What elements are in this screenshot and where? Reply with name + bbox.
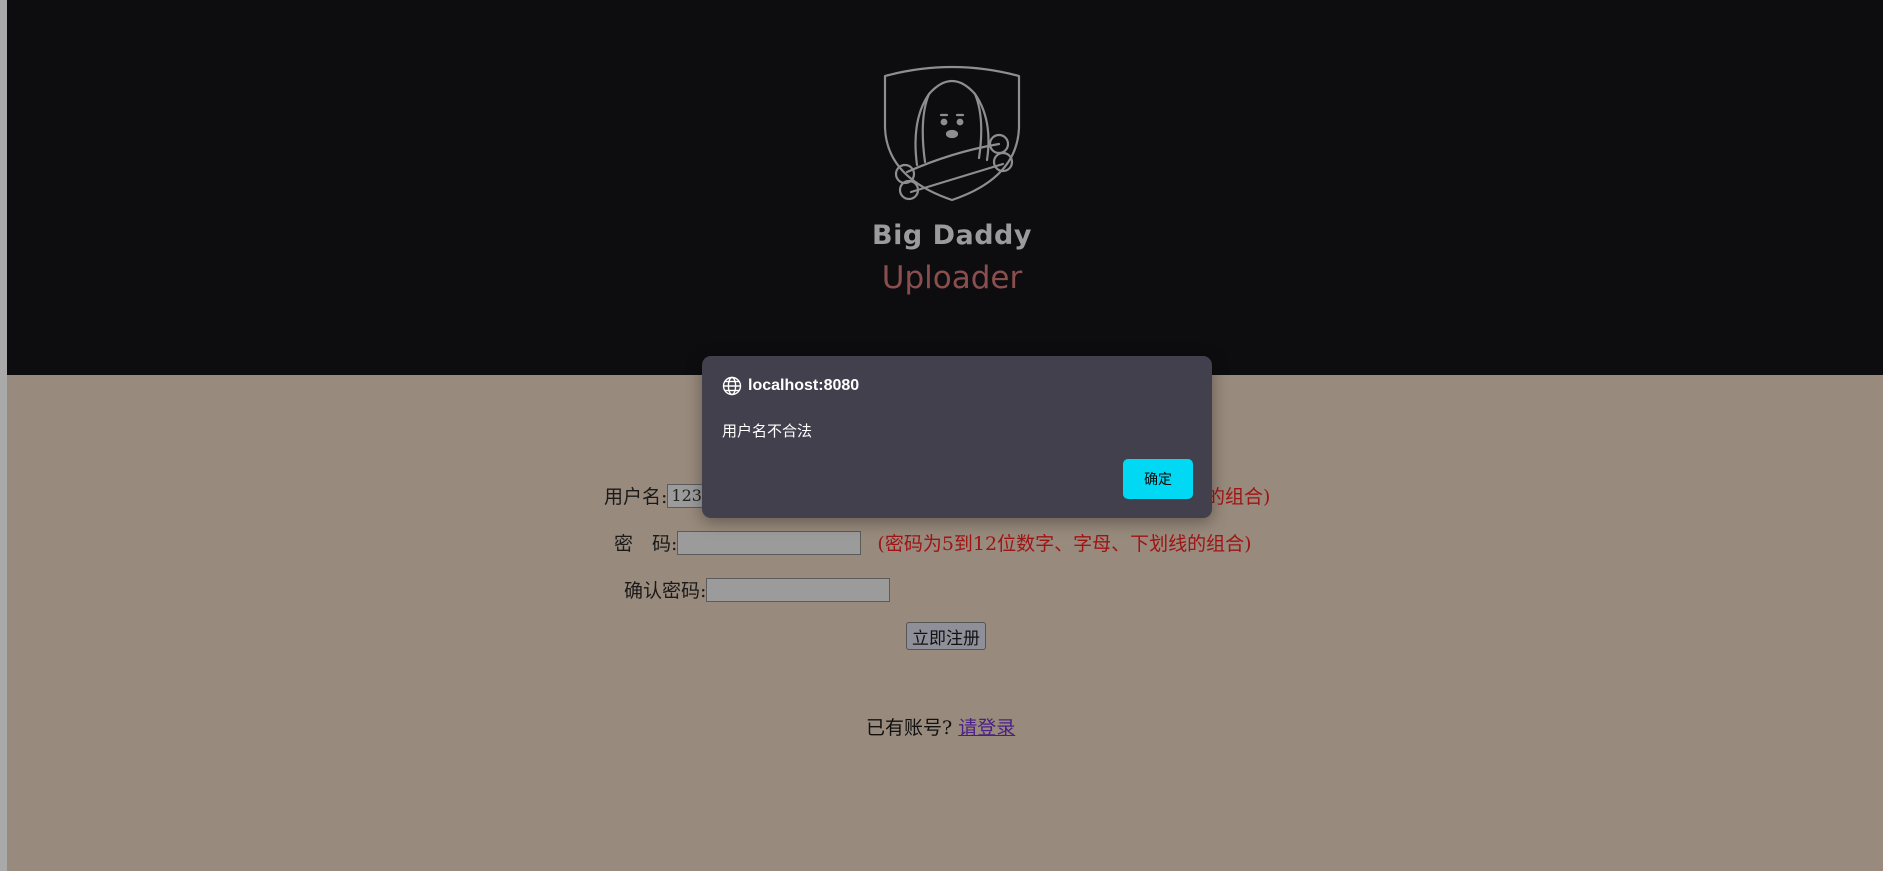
dialog-header: localhost:8080 <box>722 376 859 396</box>
confirm-password-input[interactable] <box>706 577 891 602</box>
globe-icon <box>722 376 742 396</box>
dialog-message: 用户名不合法 <box>722 422 813 440</box>
dog-logo-icon <box>883 65 1021 202</box>
site-logo: Big Daddy Uploader <box>867 60 1037 310</box>
alert-dialog: localhost:8080 用户名不合法 确定 <box>702 356 1212 518</box>
register-button[interactable]: 立即注册 <box>906 622 986 650</box>
password-label: 密 码: <box>614 533 678 555</box>
password-hint: (密码为5到12位数字、字母、下划线的组合) <box>877 533 1252 555</box>
username-hint-row: 的组合) <box>1206 482 1270 509</box>
login-link[interactable]: 请登录 <box>958 717 1015 739</box>
window-edge <box>0 0 7 871</box>
username-label: 用户名: <box>604 486 668 508</box>
brand-product: Uploader <box>881 260 1023 296</box>
login-prompt: 已有账号? <box>866 717 953 739</box>
dialog-ok-button[interactable]: 确定 <box>1123 459 1193 499</box>
dialog-origin: localhost:8080 <box>748 377 860 394</box>
login-prompt-row: 已有账号? 请登录 <box>866 713 1015 740</box>
brand-name: Big Daddy <box>872 220 1032 251</box>
confirm-password-label: 确认密码: <box>624 580 707 602</box>
password-input[interactable] <box>677 530 862 555</box>
username-hint: 的组合) <box>1206 486 1271 508</box>
page: Big Daddy Uploader 用户名: 的组合) 密 码: (密码为5到… <box>0 0 1883 871</box>
confirm-password-row: 确认密码: <box>624 576 891 603</box>
header-banner: Big Daddy Uploader <box>7 0 1883 375</box>
password-row: 密 码: (密码为5到12位数字、字母、下划线的组合) <box>614 529 1252 556</box>
